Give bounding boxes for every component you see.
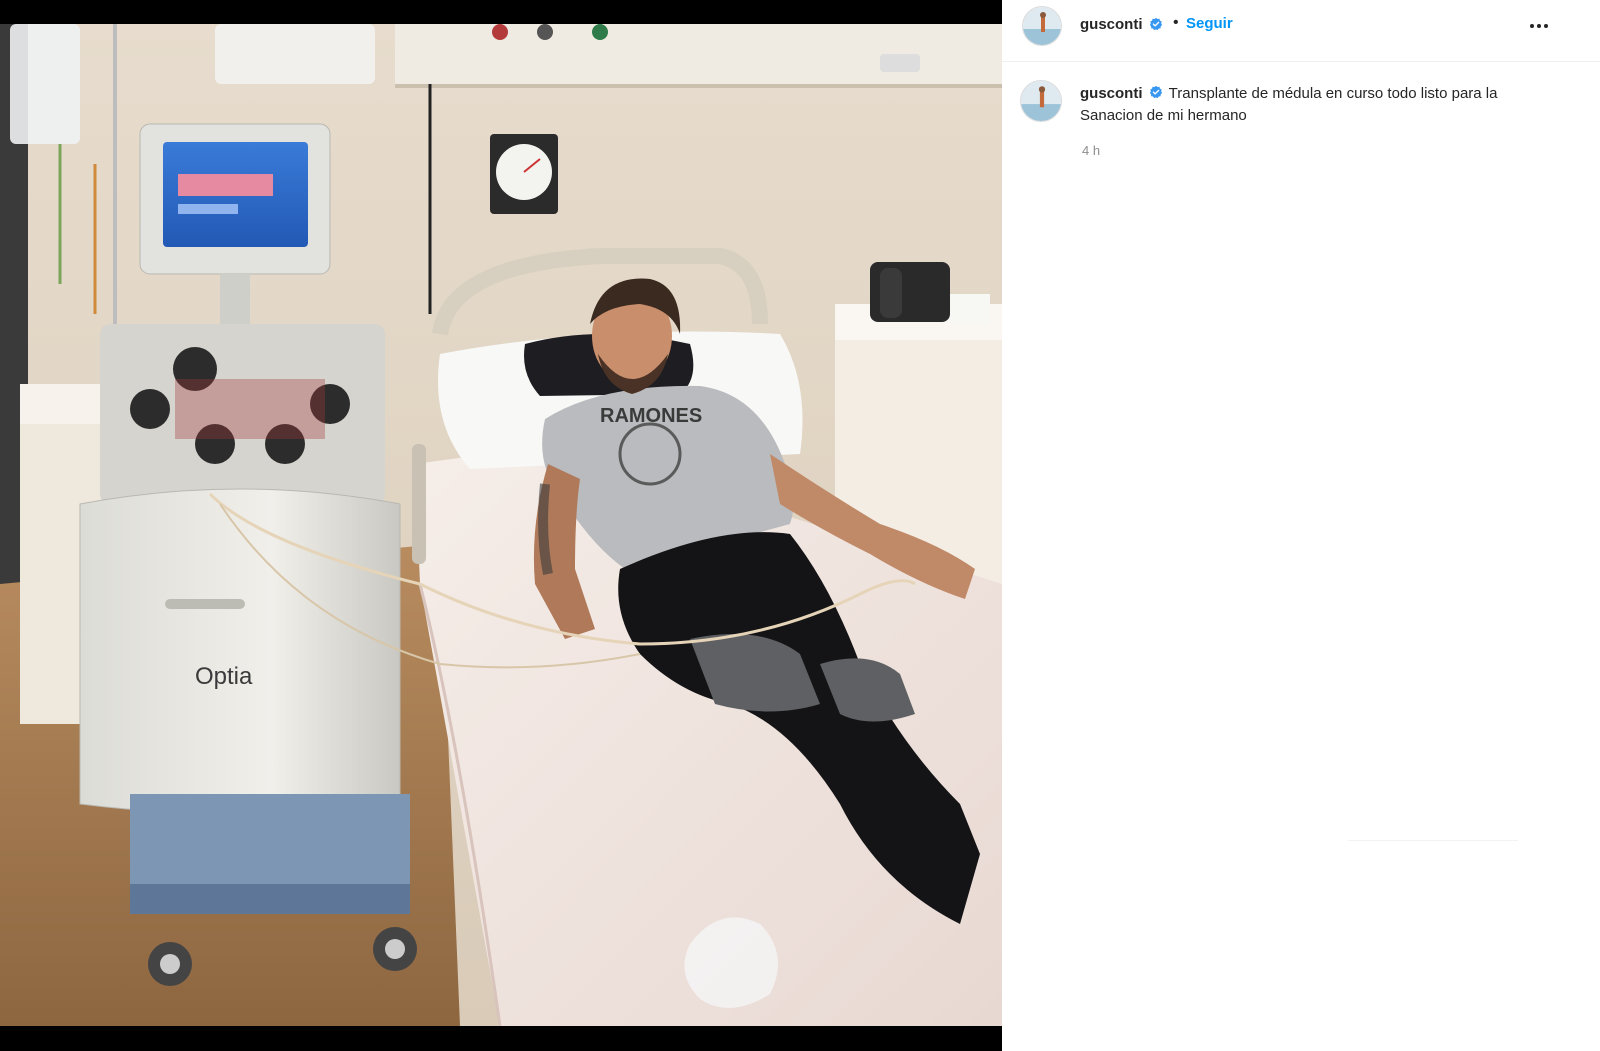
verified-badge-icon: [1149, 85, 1162, 99]
photo-top-letterbox: [0, 0, 1002, 24]
more-dot: [1537, 24, 1541, 28]
more-dot: [1530, 24, 1534, 28]
divider: [1348, 840, 1518, 841]
machine-logo: Optia: [195, 663, 253, 690]
post-timestamp[interactable]: 4 h: [1082, 143, 1100, 158]
post-header: gusconti • Seguir: [1002, 0, 1600, 62]
avatar-image: [1023, 7, 1061, 45]
header-username-link[interactable]: gusconti: [1080, 16, 1143, 33]
caption-avatar[interactable]: [1020, 80, 1062, 122]
avatar-image: [1021, 81, 1061, 121]
hospital-room-image: Optia RAMONES: [0, 24, 1002, 1026]
caption-username-link[interactable]: gusconti: [1080, 85, 1143, 102]
more-options-icon[interactable]: [1524, 14, 1554, 38]
more-dot: [1544, 24, 1548, 28]
post-sidebar: gusconti • Seguir gusconti Transplante d…: [1002, 0, 1600, 1051]
photo-bottom-letterbox: [0, 1026, 1002, 1051]
avatar[interactable]: [1022, 6, 1062, 46]
post-caption: gusconti Transplante de médula en curso …: [1080, 83, 1560, 127]
caption-line: gusconti Transplante de médula en curso …: [1080, 83, 1560, 127]
verified-badge-icon: [1149, 17, 1163, 31]
post-photo[interactable]: Optia RAMONES: [0, 24, 1002, 1026]
follow-button[interactable]: Seguir: [1186, 15, 1233, 32]
header-separator: •: [1173, 14, 1179, 31]
